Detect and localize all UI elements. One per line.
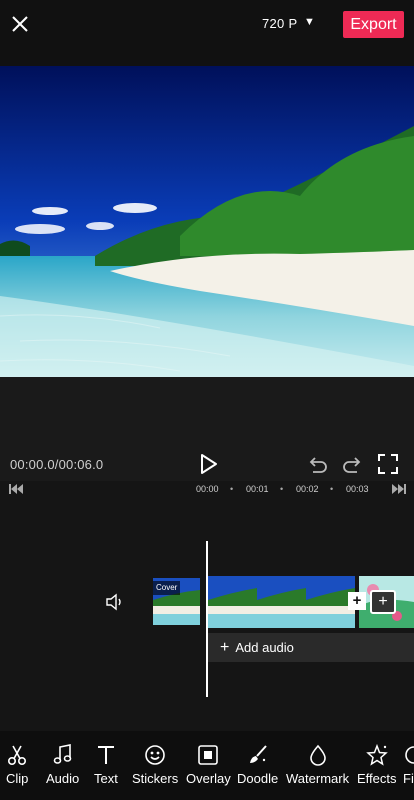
ruler-dot: • <box>230 484 234 494</box>
tool-label: Clip <box>6 771 29 786</box>
beach-preview-image <box>0 66 414 377</box>
tool-label: Stickers <box>132 771 179 786</box>
play-button[interactable] <box>196 452 220 476</box>
tool-text[interactable]: Text <box>94 744 118 786</box>
skip-to-start-button[interactable] <box>8 482 24 496</box>
droplet-icon <box>309 744 326 766</box>
clip-thumbnail[interactable] <box>257 576 306 628</box>
ruler-tick: 00:01 <box>246 484 269 494</box>
preview-padding <box>0 377 414 447</box>
clip-thumbnail[interactable] <box>208 576 257 628</box>
skip-end-icon <box>392 484 406 494</box>
add-clip-button[interactable]: + <box>370 590 396 614</box>
plus-icon: + <box>220 638 230 656</box>
tool-label: Doodle <box>237 771 279 786</box>
sparkle-star-icon <box>365 744 388 766</box>
tool-audio[interactable]: Audio <box>46 744 79 786</box>
smiley-icon <box>145 745 165 765</box>
tool-label: Watermark <box>286 771 350 786</box>
tool-overlay[interactable]: Overlay <box>186 744 231 786</box>
video-preview[interactable] <box>0 66 414 377</box>
ruler-tick: 00:02 <box>296 484 319 494</box>
undo-button[interactable] <box>307 454 329 476</box>
tool-stickers[interactable]: Stickers <box>132 744 178 786</box>
ruler-dot: • <box>280 484 284 494</box>
redo-button[interactable] <box>341 454 363 476</box>
tool-filter[interactable]: Fi <box>403 744 414 786</box>
tool-clip[interactable]: Clip <box>6 744 28 786</box>
play-icon <box>201 454 217 474</box>
fullscreen-icon <box>378 454 398 474</box>
clip-frame-image <box>257 576 306 628</box>
close-button[interactable] <box>6 10 34 38</box>
export-button[interactable]: Export <box>343 11 404 38</box>
tool-effects[interactable]: Effects <box>357 744 397 786</box>
playhead[interactable] <box>206 541 208 697</box>
clip-frame-image <box>208 576 257 628</box>
ruler-dot: • <box>330 484 334 494</box>
undo-icon <box>309 457 327 473</box>
text-icon <box>97 746 114 764</box>
scissors-icon <box>8 745 27 766</box>
resolution-selector[interactable]: 720 P <box>262 16 297 31</box>
speaker-icon <box>106 593 121 611</box>
ruler-tick: 00:00 <box>196 484 219 494</box>
fullscreen-button[interactable] <box>377 453 399 475</box>
ruler-tick: 00:03 <box>346 484 369 494</box>
redo-icon <box>343 457 361 473</box>
add-audio-button[interactable]: + Add audio <box>208 633 414 662</box>
skip-start-icon <box>9 484 23 494</box>
tool-doodle[interactable]: Doodle <box>237 744 278 786</box>
mute-toggle[interactable] <box>104 592 126 612</box>
dropdown-arrow-icon[interactable]: ▼ <box>304 16 315 28</box>
filter-icon <box>405 746 414 764</box>
tool-watermark[interactable]: Watermark <box>286 744 349 786</box>
tool-label: Audio <box>46 771 80 786</box>
tool-label: Effects <box>357 771 397 786</box>
tool-label: Fi <box>403 771 414 786</box>
add-transition-button[interactable]: + <box>348 592 366 610</box>
cover-label: Cover <box>153 581 181 595</box>
skip-to-end-button[interactable] <box>391 482 407 496</box>
tool-label: Overlay <box>186 771 231 786</box>
overlay-icon <box>198 745 219 765</box>
timecode: 00:00.0/00:06.0 <box>10 457 104 472</box>
music-note-icon <box>53 744 71 764</box>
tool-label: Text <box>94 771 118 786</box>
brush-icon <box>249 745 267 763</box>
add-audio-label: Add audio <box>235 640 294 655</box>
close-icon <box>12 16 28 32</box>
